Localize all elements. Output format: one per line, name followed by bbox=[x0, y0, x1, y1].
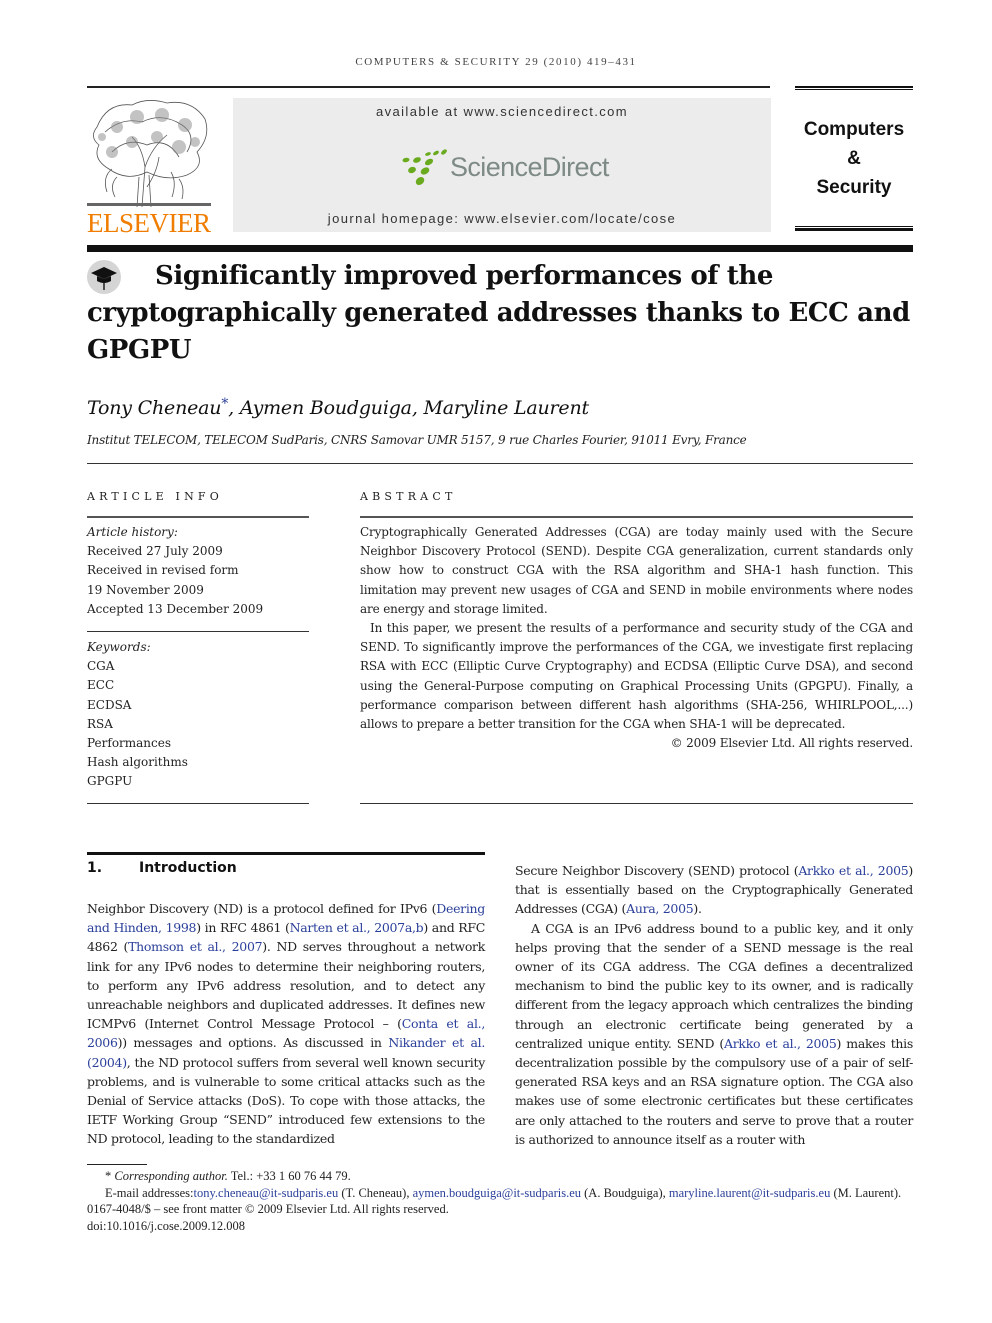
email-label: E-mail addresses: bbox=[105, 1185, 194, 1200]
body-paragraph: A CGA is an IPv6 address bound to a publ… bbox=[515, 919, 913, 1149]
keyword: CGA bbox=[87, 659, 115, 674]
keyword: Hash algorithms bbox=[87, 755, 188, 770]
keyword: RSA bbox=[87, 716, 113, 731]
corresponding-author-footnote: * Corresponding author. Tel.: +33 1 60 7… bbox=[87, 1168, 913, 1185]
telephone: Tel.: +33 1 60 76 44 79. bbox=[227, 1169, 351, 1183]
author-name: Maryline Laurent bbox=[423, 397, 590, 419]
article-history: Article history: Received 27 July 2009 R… bbox=[87, 523, 309, 619]
divider bbox=[87, 803, 309, 804]
journal-homepage-link[interactable]: journal homepage: www.elsevier.com/locat… bbox=[233, 211, 771, 226]
email-link[interactable]: aymen.boudguiga@it-sudparis.eu bbox=[413, 1186, 581, 1200]
journal-title: Computers & Security bbox=[795, 115, 913, 202]
text-run: A CGA is an IPv6 address bound to a publ… bbox=[515, 920, 913, 1051]
corresponding-author-marker[interactable]: * bbox=[221, 396, 228, 412]
divider bbox=[360, 516, 913, 518]
body-paragraph: Neighbor Discovery (ND) is a protocol de… bbox=[87, 899, 485, 1149]
email-owner: (T. Cheneau), bbox=[338, 1185, 413, 1200]
citation-link[interactable]: Aura, 2005 bbox=[626, 901, 694, 916]
sciencedirect-logo-text: ScienceDirect bbox=[450, 152, 609, 182]
text-run: )) messages and options. As discussed in bbox=[117, 1035, 389, 1051]
divider bbox=[360, 803, 913, 804]
citation-link[interactable]: Thomson et al., 2007 bbox=[128, 939, 262, 954]
body-column-right: Secure Neighbor Discovery (SEND) protoco… bbox=[515, 861, 913, 1149]
footnote-marker: * bbox=[105, 1169, 112, 1183]
text-run: Neighbor Discovery (ND) is a protocol de… bbox=[87, 901, 437, 916]
running-head: COMPUTERS & SECURITY 29 (2010) 419–431 bbox=[355, 56, 637, 68]
corresponding-label: Corresponding author. bbox=[114, 1169, 228, 1183]
text-run: ) in RFC 4861 ( bbox=[196, 920, 290, 936]
keyword: GPGPU bbox=[87, 774, 133, 789]
elsevier-tree-logo-icon bbox=[87, 100, 211, 208]
sciencedirect-logo[interactable]: ScienceDirect bbox=[398, 148, 609, 188]
divider bbox=[87, 631, 309, 632]
article-info-heading: ARTICLE INFO bbox=[87, 490, 223, 503]
journal-title-line: Computers bbox=[803, 119, 905, 140]
email-link[interactable]: maryline.laurent@it-sudparis.eu bbox=[669, 1186, 830, 1200]
email-footnote: E-mail addresses: tony.cheneau@it-sudpar… bbox=[87, 1185, 913, 1202]
section-number: 1. bbox=[87, 860, 103, 876]
section-title: Introduction bbox=[139, 860, 237, 876]
email-owner: (A. Boudguiga), bbox=[581, 1185, 669, 1200]
abstract-heading: ABSTRACT bbox=[360, 490, 457, 503]
footnote-rule bbox=[87, 1164, 147, 1165]
history-entry: Received in revised form bbox=[87, 563, 239, 578]
front-matter-notice: 0167-4048/$ – see front matter © 2009 El… bbox=[87, 1202, 449, 1216]
section-heading-introduction: 1. Introduction bbox=[87, 860, 237, 876]
email-link[interactable]: tony.cheneau@it-sudparis.eu bbox=[194, 1186, 339, 1200]
journal-title-line: & bbox=[847, 148, 861, 169]
author-list: Tony Cheneau*, Aymen Boudguiga, Maryline… bbox=[87, 396, 589, 419]
journal-title-top-rule bbox=[795, 86, 913, 90]
author-name: Tony Cheneau bbox=[87, 397, 222, 419]
doi[interactable]: doi:10.1016/j.cose.2009.12.008 bbox=[87, 1218, 913, 1235]
history-entry: 19 November 2009 bbox=[87, 582, 204, 597]
text-run: ) makes this decentralization possible b… bbox=[515, 1035, 913, 1147]
keywords-label: Keywords: bbox=[87, 640, 151, 654]
section-rule bbox=[87, 852, 485, 855]
abstract-paragraph: Cryptographically Generated Addresses (C… bbox=[360, 525, 913, 616]
abstract-body: Cryptographically Generated Addresses (C… bbox=[360, 523, 913, 753]
citation-link[interactable]: Arkko et al., 2005 bbox=[798, 863, 908, 878]
keyword: ECDSA bbox=[87, 697, 132, 712]
author-name: Aymen Boudguiga bbox=[239, 397, 412, 419]
citation-link[interactable]: Narten et al., 2007a,b bbox=[290, 920, 424, 935]
body-paragraph: Secure Neighbor Discovery (SEND) protoco… bbox=[515, 861, 913, 919]
available-at-link[interactable]: available at www.sciencedirect.com bbox=[233, 104, 771, 119]
email-owner: (M. Laurent). bbox=[830, 1185, 902, 1200]
elsevier-logo-text: ELSEVIER bbox=[87, 208, 211, 238]
text-run: , the ND protocol suffers from several w… bbox=[87, 1054, 485, 1147]
journal-title-bottom-rule bbox=[795, 226, 913, 231]
text-run: ). bbox=[693, 901, 702, 917]
keyword: ECC bbox=[87, 678, 115, 693]
text-run: Secure Neighbor Discovery (SEND) protoco… bbox=[515, 863, 799, 878]
abstract-copyright: © 2009 Elsevier Ltd. All rights reserved… bbox=[670, 736, 914, 751]
history-entry: Received 27 July 2009 bbox=[87, 544, 223, 559]
keywords: Keywords: CGA ECC ECDSA RSA Performances… bbox=[87, 638, 309, 792]
citation-link[interactable]: Arkko et al., 2005 bbox=[724, 1036, 837, 1051]
divider bbox=[87, 516, 309, 518]
history-entry: Accepted 13 December 2009 bbox=[87, 601, 264, 616]
article-history-label: Article history: bbox=[87, 525, 178, 539]
body-column-left: Neighbor Discovery (ND) is a protocol de… bbox=[87, 899, 485, 1149]
header-rule bbox=[87, 86, 770, 88]
affiliation: Institut TELECOM, TELECOM SudParis, CNRS… bbox=[87, 433, 747, 447]
footnotes: * Corresponding author. Tel.: +33 1 60 7… bbox=[87, 1168, 913, 1234]
abstract-paragraph: In this paper, we present the results of… bbox=[360, 621, 913, 732]
masthead-rule bbox=[87, 245, 913, 252]
article-title: Significantly improved performances of t… bbox=[87, 261, 910, 365]
sciencedirect-dots-icon bbox=[402, 149, 447, 186]
journal-title-line: Security bbox=[816, 177, 892, 198]
keyword: Performances bbox=[87, 736, 172, 751]
divider bbox=[87, 463, 913, 464]
